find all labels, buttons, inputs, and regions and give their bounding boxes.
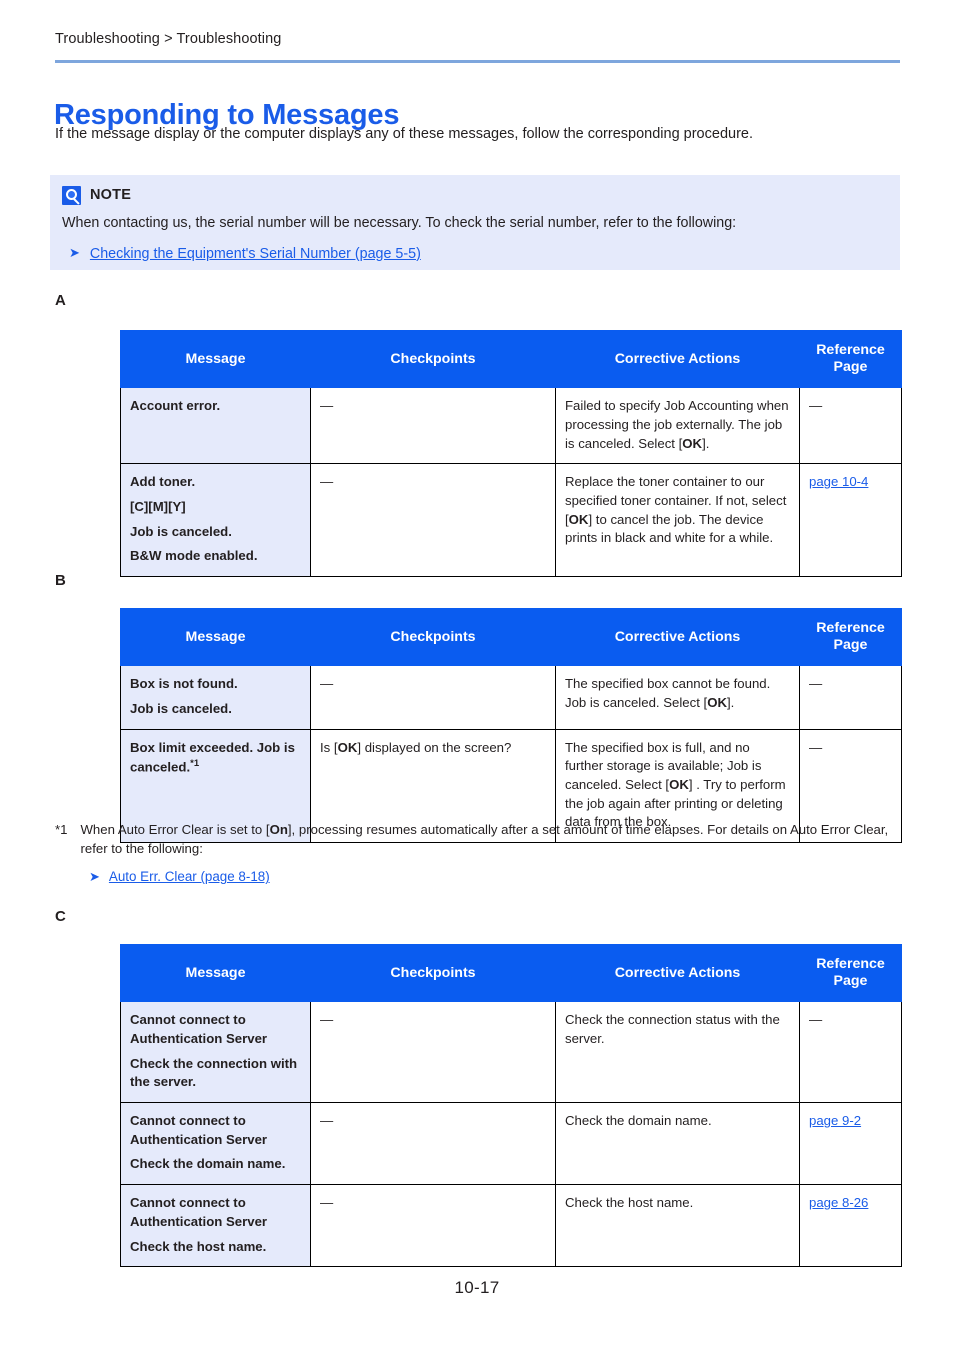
cell-message: Cannot connect to Authentication Server C… xyxy=(120,1184,311,1268)
note-header: NOTE xyxy=(62,185,888,205)
table-header-row: Message Checkpoints Corrective Actions R… xyxy=(120,943,902,1003)
key-label: OK xyxy=(682,435,703,451)
message-line: B&W mode enabled. xyxy=(130,548,258,564)
cell-message: Account error. xyxy=(120,387,311,465)
header-divider xyxy=(55,60,900,63)
cell-message: Add toner. [C][M][Y] Job is canceled. B&W m… xyxy=(120,463,311,578)
cell-reference-page[interactable]: page 9-2 xyxy=(799,1101,902,1186)
col-header-message: Message xyxy=(120,329,311,389)
key-label: OK xyxy=(707,694,727,710)
table-row: Account error. — Failed to specify Job Acc… xyxy=(120,387,902,465)
section-letter-c: C xyxy=(55,908,66,925)
table-row: Cannot connect to Authentication Server C… xyxy=(120,1101,902,1186)
table-header-row: Message Checkpoints Corrective Actions R… xyxy=(120,329,902,389)
auto-err-clear-link[interactable]: Auto Err. Clear (page 8-18) xyxy=(109,867,270,886)
intro-paragraph: If the message display or the computer d… xyxy=(55,126,753,142)
message-line: Job is canceled. xyxy=(130,700,232,716)
col-header-reference-page: Reference Page xyxy=(799,329,902,389)
cell-checkpoints: — xyxy=(310,1101,556,1186)
reference-page-link[interactable]: page 8-26 xyxy=(809,1195,868,1210)
message-line: Account error. xyxy=(130,398,221,414)
document-page: Troubleshooting > Troubleshooting Respon… xyxy=(0,0,954,1350)
cell-reference-page: — xyxy=(799,1001,902,1103)
reference-page-link[interactable]: page 9-2 xyxy=(809,1113,861,1128)
message-line: Add toner. xyxy=(130,474,196,490)
section-letter-b: B xyxy=(55,572,66,589)
cell-corrective-actions: Check the connection status with the ser… xyxy=(555,1001,800,1103)
table-row: Cannot connect to Authentication Server C… xyxy=(120,1184,902,1268)
message-line: Cannot connect to Authentication Server xyxy=(130,1113,268,1147)
message-line: [C][M][Y] xyxy=(130,499,186,514)
arrow-right-icon: ➤ xyxy=(69,245,80,261)
col-header-checkpoints: Checkpoints xyxy=(310,607,556,667)
cell-corrective-actions: Check the host name. xyxy=(555,1184,800,1268)
cell-message: Box is not found. Job is canceled. xyxy=(120,665,311,730)
messages-table-c: Message Checkpoints Corrective Actions R… xyxy=(120,943,902,1268)
table-row: Add toner. [C][M][Y] Job is canceled. B&W m… xyxy=(120,463,902,578)
col-header-corrective-actions: Corrective Actions xyxy=(555,943,800,1003)
table-row: Cannot connect to Authentication Server C… xyxy=(120,1001,902,1103)
cell-corrective-actions: Failed to specify Job Accounting when pr… xyxy=(555,387,800,465)
message-line: Check the connection with the server. xyxy=(130,1055,298,1090)
table-body-c: Cannot connect to Authentication Server C… xyxy=(120,1001,902,1268)
cell-checkpoints: — xyxy=(310,387,556,465)
cell-reference-page[interactable]: page 8-26 xyxy=(799,1184,902,1268)
cell-checkpoints: — xyxy=(310,1184,556,1268)
cell-checkpoints: — xyxy=(310,1001,556,1103)
cell-message: Cannot connect to Authentication Server C… xyxy=(120,1001,311,1103)
cell-reference-page: — xyxy=(799,665,902,730)
col-header-reference-page: Reference Page xyxy=(799,943,902,1003)
col-header-corrective-actions: Corrective Actions xyxy=(555,329,800,389)
key-label: OK xyxy=(337,739,358,755)
message-line: Cannot connect to Authentication Server xyxy=(130,1195,268,1229)
footnote-link-row[interactable]: ➤ Auto Err. Clear (page 8-18) xyxy=(55,867,901,886)
messages-table-b: Message Checkpoints Corrective Actions R… xyxy=(120,607,902,844)
note-callout: NOTE When contacting us, the serial numb… xyxy=(50,175,900,270)
breadcrumb: Troubleshooting > Troubleshooting xyxy=(55,31,282,47)
col-header-checkpoints: Checkpoints xyxy=(310,329,556,389)
table-header-row: Message Checkpoints Corrective Actions R… xyxy=(120,607,902,667)
cell-corrective-actions: Check the domain name. xyxy=(555,1101,800,1186)
serial-number-link[interactable]: Checking the Equipment's Serial Number (… xyxy=(90,246,421,262)
cell-reference-page[interactable]: page 10-4 xyxy=(799,463,902,578)
message-line: Job is canceled. xyxy=(130,523,232,539)
reference-page-link[interactable]: page 10-4 xyxy=(809,474,868,489)
col-header-reference-page: Reference Page xyxy=(799,607,902,667)
key-label: OK xyxy=(669,777,689,792)
table-body-b: Box is not found. Job is canceled. — The sp… xyxy=(120,665,902,844)
cell-reference-page: — xyxy=(799,387,902,465)
col-header-message: Message xyxy=(120,943,311,1003)
page-number: 10-17 xyxy=(454,1278,500,1297)
note-label: NOTE xyxy=(90,187,132,203)
key-label: OK xyxy=(568,511,589,527)
cell-checkpoints: — xyxy=(310,463,556,578)
cell-corrective-actions: The specified box cannot be found. Job i… xyxy=(555,665,800,730)
arrow-right-icon: ➤ xyxy=(89,868,100,884)
table-row: Box is not found. Job is canceled. — The sp… xyxy=(120,665,902,730)
footnote-block: *1 When Auto Error Clear is set to [On],… xyxy=(55,820,901,887)
message-line: Check the domain name. xyxy=(130,1156,286,1172)
footnote-mark: *1 xyxy=(55,822,68,837)
message-line: Check the host name. xyxy=(130,1238,267,1254)
table-body-a: Account error. — Failed to specify Job Acc… xyxy=(120,387,902,578)
note-text: When contacting us, the serial number wi… xyxy=(62,215,737,231)
cell-checkpoints: — xyxy=(310,665,556,730)
cell-corrective-actions: Replace the toner container to our speci… xyxy=(555,463,800,578)
cell-message: Cannot connect to Authentication Server C… xyxy=(120,1101,311,1186)
footnote-text: When Auto Error Clear is set to [On], pr… xyxy=(80,822,889,857)
message-line: Box is not found. xyxy=(130,676,238,692)
note-link-row[interactable]: ➤ Checking the Equipment's Serial Number… xyxy=(62,246,888,262)
section-letter-a: A xyxy=(55,292,66,309)
message-line: Box limit exceeded. Job is canceled.*1 xyxy=(130,739,295,775)
footnote-ref: *1 xyxy=(190,758,200,770)
col-header-checkpoints: Checkpoints xyxy=(310,943,556,1003)
footnote-key: On xyxy=(269,822,288,837)
messages-table-a: Message Checkpoints Corrective Actions R… xyxy=(120,329,902,578)
col-header-message: Message xyxy=(120,607,311,667)
note-info-icon xyxy=(62,185,81,205)
message-line: Cannot connect to Authentication Server xyxy=(130,1012,268,1046)
col-header-corrective-actions: Corrective Actions xyxy=(555,607,800,667)
